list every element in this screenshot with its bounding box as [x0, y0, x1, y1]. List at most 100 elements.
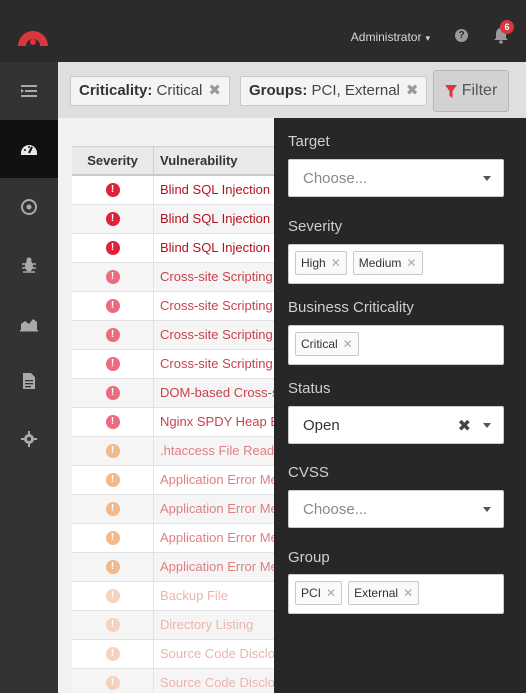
clear-icon[interactable]: ✖ — [458, 416, 471, 436]
severity-cell: ! — [72, 408, 154, 436]
notification-badge: 6 — [500, 20, 514, 34]
filter-button[interactable]: Filter — [433, 70, 509, 112]
status-value: Open — [303, 417, 340, 434]
user-menu[interactable]: Administrator ▾ — [351, 30, 430, 44]
sidebar — [0, 62, 58, 693]
severity-alert-icon: ! — [105, 270, 120, 284]
severity-alert-icon: ! — [105, 212, 120, 226]
remove-tag-icon[interactable]: ✕ — [331, 256, 341, 270]
remove-tag-icon[interactable]: ✕ — [343, 337, 353, 351]
severity-cell: ! — [72, 205, 154, 233]
cvss-select[interactable]: Choose... — [288, 490, 504, 528]
severity-alert-icon: ! — [105, 386, 120, 400]
list-icon — [21, 85, 37, 97]
criticality-multiselect[interactable]: Critical ✕ — [288, 325, 504, 365]
severity-multiselect[interactable]: High ✕ Medium ✕ — [288, 244, 504, 284]
target-icon — [21, 199, 37, 215]
severity-cell: ! — [72, 466, 154, 494]
sidebar-item-dashboard[interactable] — [0, 120, 58, 178]
dashboard-icon — [21, 145, 37, 155]
severity-alert-icon: ! — [105, 328, 120, 342]
chevron-down-icon — [483, 176, 491, 181]
severity-cell: ! — [72, 234, 154, 262]
criticality-label: Business Criticality — [288, 299, 414, 316]
chevron-down-icon: ▾ — [425, 33, 430, 43]
severity-alert-icon: ! — [105, 241, 120, 255]
cvss-label: CVSS — [288, 464, 329, 481]
filter-chip-criticality[interactable]: Criticality: Critical ✖ — [70, 76, 230, 106]
sidebar-item-settings[interactable] — [0, 410, 58, 468]
chip-key: Criticality: — [79, 82, 153, 99]
severity-alert-icon: ! — [105, 676, 120, 690]
sidebar-item-reports-chart[interactable] — [0, 294, 58, 352]
group-multiselect[interactable]: PCI ✕ External ✕ — [288, 574, 504, 614]
severity-alert-icon: ! — [105, 531, 120, 545]
severity-alert-icon: ! — [105, 647, 120, 661]
chip-key: Groups: — [249, 82, 308, 99]
group-label: Group — [288, 549, 330, 566]
severity-cell: ! — [72, 350, 154, 378]
severity-alert-icon: ! — [105, 357, 120, 371]
filter-button-label: Filter — [461, 82, 498, 99]
severity-alert-icon: ! — [105, 183, 120, 197]
status-label: Status — [288, 380, 331, 397]
sidebar-item-documents[interactable] — [0, 352, 58, 410]
document-icon — [23, 373, 35, 389]
user-name: Administrator — [350, 30, 422, 44]
severity-alert-icon: ! — [105, 618, 120, 632]
filter-bar: Criticality: Critical ✖ Groups: PCI, Exte… — [58, 62, 526, 118]
severity-alert-icon: ! — [105, 560, 120, 574]
severity-cell: ! — [72, 669, 154, 693]
sidebar-item-list[interactable] — [0, 62, 58, 120]
cvss-placeholder: Choose... — [303, 501, 368, 518]
severity-alert-icon: ! — [105, 444, 120, 458]
severity-cell: ! — [72, 321, 154, 349]
target-placeholder: Choose... — [303, 170, 368, 187]
chart-icon — [20, 319, 38, 332]
severity-cell: ! — [72, 524, 154, 552]
severity-alert-icon: ! — [105, 299, 120, 313]
sidebar-item-targets[interactable] — [0, 178, 58, 236]
target-label: Target — [288, 133, 330, 150]
remove-chip-icon[interactable]: ✖ — [406, 82, 419, 99]
remove-tag-icon[interactable]: ✕ — [326, 586, 336, 600]
status-select[interactable]: Open ✖ — [288, 406, 504, 444]
severity-cell: ! — [72, 176, 154, 204]
filter-chip-groups[interactable]: Groups: PCI, External ✖ — [240, 76, 428, 106]
chevron-down-icon — [483, 423, 491, 428]
settings-icon — [21, 431, 37, 447]
severity-cell: ! — [72, 553, 154, 581]
severity-alert-icon: ! — [105, 589, 120, 603]
group-tag-external[interactable]: External ✕ — [348, 581, 420, 605]
brand-logo-icon[interactable] — [16, 24, 50, 46]
target-select[interactable]: Choose... — [288, 159, 504, 197]
chevron-down-icon — [483, 507, 491, 512]
filter-panel: Target Choose... Severity High ✕ Medium ✕ … — [274, 118, 526, 693]
severity-cell: ! — [72, 437, 154, 465]
bug-icon — [22, 257, 36, 273]
chip-value: PCI, External — [311, 82, 400, 99]
severity-label: Severity — [288, 218, 343, 235]
severity-cell: ! — [72, 263, 154, 291]
group-tag-pci[interactable]: PCI ✕ — [295, 581, 343, 605]
remove-chip-icon[interactable]: ✖ — [208, 82, 221, 99]
funnel-icon — [444, 84, 457, 98]
help-icon[interactable]: ? — [455, 29, 468, 42]
remove-tag-icon[interactable]: ✕ — [406, 256, 416, 270]
severity-alert-icon: ! — [105, 415, 120, 429]
severity-alert-icon: ! — [105, 473, 120, 487]
chip-value: Critical — [156, 82, 203, 99]
sidebar-item-vulnerabilities[interactable] — [0, 236, 58, 294]
severity-cell: ! — [72, 292, 154, 320]
severity-alert-icon: ! — [105, 502, 120, 516]
severity-cell: ! — [72, 495, 154, 523]
remove-tag-icon[interactable]: ✕ — [403, 586, 413, 600]
severity-cell: ! — [72, 611, 154, 639]
severity-tag-medium[interactable]: Medium ✕ — [352, 251, 423, 275]
severity-cell: ! — [72, 379, 154, 407]
criticality-tag-critical[interactable]: Critical ✕ — [295, 332, 359, 356]
top-bar: Administrator ▾ ? 6 — [0, 0, 526, 62]
severity-cell: ! — [72, 640, 154, 668]
severity-tag-high[interactable]: High ✕ — [295, 251, 347, 275]
column-header-severity[interactable]: Severity — [72, 147, 154, 174]
